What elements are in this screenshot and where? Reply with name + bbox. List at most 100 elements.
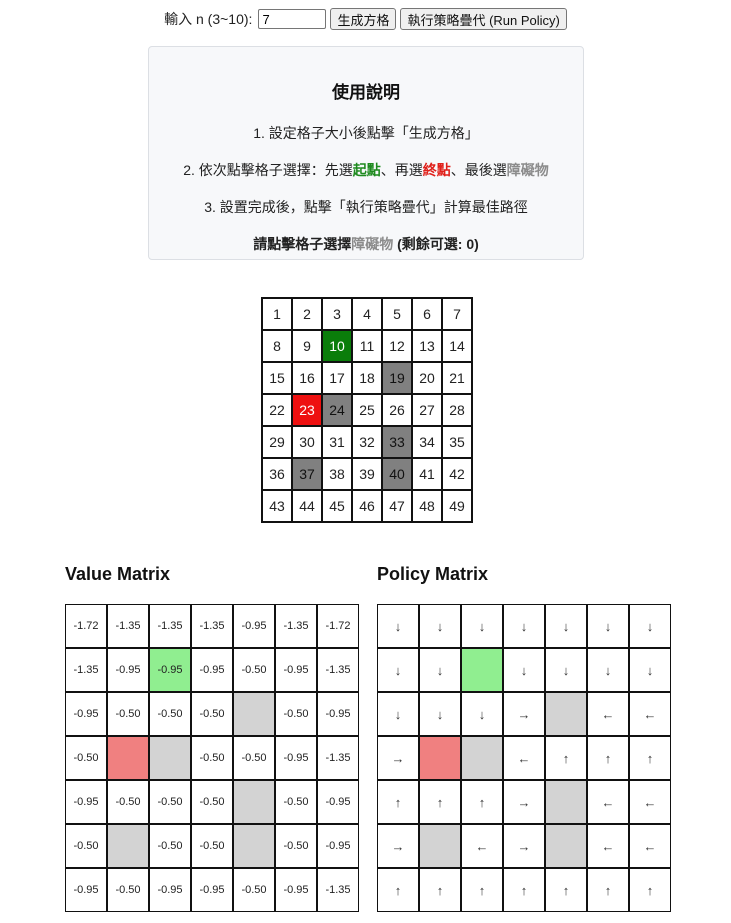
grid-cell-15[interactable]: 15 xyxy=(261,361,293,395)
value-row: -1.72 -1.35 -1.35 -1.35 -0.95 -1.35 -1.72 xyxy=(65,604,359,648)
value-cell-3: -1.35 xyxy=(149,604,191,648)
grid-cell-21[interactable]: 21 xyxy=(441,361,473,395)
policy-cell-4: ↓ xyxy=(503,604,545,648)
run-policy-button[interactable]: 執行策略疊代 (Run Policy) xyxy=(400,8,567,30)
grid-cell-26[interactable]: 26 xyxy=(381,393,413,427)
value-cell-5: -0.95 xyxy=(233,604,275,648)
value-cell-36: -0.50 xyxy=(65,824,107,868)
grid-cell-47[interactable]: 47 xyxy=(381,489,413,523)
value-cell-40 xyxy=(233,824,275,868)
grid-cell-14[interactable]: 14 xyxy=(441,329,473,363)
policy-cell-25: ← xyxy=(503,736,545,780)
grid-cell-42[interactable]: 42 xyxy=(441,457,473,491)
status-message: 請點擊格子選擇障礙物 (剩餘可選: 0) xyxy=(149,234,583,254)
grid-cell-40[interactable]: 40 xyxy=(381,457,413,491)
value-cell-32: -0.50 xyxy=(191,780,233,824)
grid-cell-16[interactable]: 16 xyxy=(291,361,323,395)
n-label: 輸入 n (3~10): xyxy=(164,11,253,27)
policy-cell-43: ↑ xyxy=(377,868,419,912)
policy-cell-6: ↓ xyxy=(587,604,629,648)
grid-cell-11[interactable]: 11 xyxy=(351,329,383,363)
policy-cell-28: ↑ xyxy=(629,736,671,780)
policy-cell-33 xyxy=(545,780,587,824)
grid-cell-41[interactable]: 41 xyxy=(411,457,443,491)
grid-cell-44[interactable]: 44 xyxy=(291,489,323,523)
value-cell-25: -0.50 xyxy=(191,736,233,780)
grid-cell-3[interactable]: 3 xyxy=(321,297,353,331)
value-cell-16: -0.50 xyxy=(107,692,149,736)
grid-cell-36[interactable]: 36 xyxy=(261,457,293,491)
grid-cell-5[interactable]: 5 xyxy=(381,297,413,331)
value-cell-44: -0.50 xyxy=(107,868,149,912)
grid-cell-12[interactable]: 12 xyxy=(381,329,413,363)
grid-cell-45[interactable]: 45 xyxy=(321,489,353,523)
grid-cell-35[interactable]: 35 xyxy=(441,425,473,459)
value-row: -0.95 -0.50 -0.50 -0.50 -0.50 -0.95 xyxy=(65,780,359,824)
grid-cell-20[interactable]: 20 xyxy=(411,361,443,395)
grid-cell-19[interactable]: 19 xyxy=(381,361,413,395)
grid-cell-22[interactable]: 22 xyxy=(261,393,293,427)
policy-cell-40 xyxy=(545,824,587,868)
grid-cell-37[interactable]: 37 xyxy=(291,457,323,491)
value-cell-30: -0.50 xyxy=(107,780,149,824)
policy-cell-39: → xyxy=(503,824,545,868)
n-input[interactable] xyxy=(258,9,327,29)
grid-cell-1[interactable]: 1 xyxy=(261,297,293,331)
value-cell-46: -0.95 xyxy=(191,868,233,912)
policy-row: ↓ ↓ ↓ → ← ← xyxy=(377,692,671,736)
value-row: -1.35 -0.95 -0.95 -0.95 -0.50 -0.95 -1.35 xyxy=(65,648,359,692)
value-cell-13: -0.95 xyxy=(275,648,317,692)
grid-cell-24[interactable]: 24 xyxy=(321,393,353,427)
grid-cell-10[interactable]: 10 xyxy=(321,329,353,363)
grid-cell-31[interactable]: 31 xyxy=(321,425,353,459)
policy-cell-35: ← xyxy=(629,780,671,824)
grid-cell-46[interactable]: 46 xyxy=(351,489,383,523)
grid-cell-4[interactable]: 4 xyxy=(351,297,383,331)
grid-cell-33[interactable]: 33 xyxy=(381,425,413,459)
grid-cell-39[interactable]: 39 xyxy=(351,457,383,491)
policy-cell-20: ← xyxy=(587,692,629,736)
policy-cell-11: ↓ xyxy=(503,648,545,692)
grid-cell-6[interactable]: 6 xyxy=(411,297,443,331)
generate-grid-button[interactable]: 生成方格 xyxy=(330,8,397,30)
value-cell-41: -0.50 xyxy=(275,824,317,868)
grid-cell-43[interactable]: 43 xyxy=(261,489,293,523)
grid-cell-32[interactable]: 32 xyxy=(351,425,383,459)
instruction-step-3: 3. 設置完成後，點擊「執行策略疊代」計算最佳路徑 xyxy=(204,199,528,215)
grid-cell-23[interactable]: 23 xyxy=(291,393,323,427)
value-cell-37 xyxy=(107,824,149,868)
value-cell-1: -1.72 xyxy=(65,604,107,648)
value-cell-7: -1.72 xyxy=(317,604,359,648)
value-matrix-title: Value Matrix xyxy=(65,564,171,584)
grid-cell-17[interactable]: 17 xyxy=(321,361,353,395)
value-cell-21: -0.95 xyxy=(317,692,359,736)
value-cell-24 xyxy=(149,736,191,780)
policy-cell-16: ↓ xyxy=(419,692,461,736)
grid-cell-25[interactable]: 25 xyxy=(351,393,383,427)
value-cell-2: -1.35 xyxy=(107,604,149,648)
value-cell-26: -0.50 xyxy=(233,736,275,780)
grid-cell-18[interactable]: 18 xyxy=(351,361,383,395)
selection-grid: 1 2 3 4 5 6 7 8 9 10 11 12 13 14 15 16 17 18 19 20 21 22 23 24 2… xyxy=(261,297,473,523)
policy-row: ↑ ↑ ↑ → ← ← xyxy=(377,780,671,824)
grid-cell-8[interactable]: 8 xyxy=(261,329,293,363)
grid-cell-9[interactable]: 9 xyxy=(291,329,323,363)
step2-obstacle: 障礙物 xyxy=(506,162,549,178)
policy-cell-42: ← xyxy=(629,824,671,868)
value-cell-43: -0.95 xyxy=(65,868,107,912)
policy-cell-24 xyxy=(461,736,503,780)
grid-cell-27[interactable]: 27 xyxy=(411,393,443,427)
grid-cell-48[interactable]: 48 xyxy=(411,489,443,523)
grid-cell-30[interactable]: 30 xyxy=(291,425,323,459)
grid-cell-34[interactable]: 34 xyxy=(411,425,443,459)
grid-cell-13[interactable]: 13 xyxy=(411,329,443,363)
grid-cell-29[interactable]: 29 xyxy=(261,425,293,459)
grid-cell-7[interactable]: 7 xyxy=(441,297,473,331)
grid-cell-28[interactable]: 28 xyxy=(441,393,473,427)
grid-cell-38[interactable]: 38 xyxy=(321,457,353,491)
grid-cell-2[interactable]: 2 xyxy=(291,297,323,331)
policy-cell-18: → xyxy=(503,692,545,736)
value-cell-29: -0.95 xyxy=(65,780,107,824)
grid-cell-49[interactable]: 49 xyxy=(441,489,473,523)
value-cell-48: -0.95 xyxy=(275,868,317,912)
